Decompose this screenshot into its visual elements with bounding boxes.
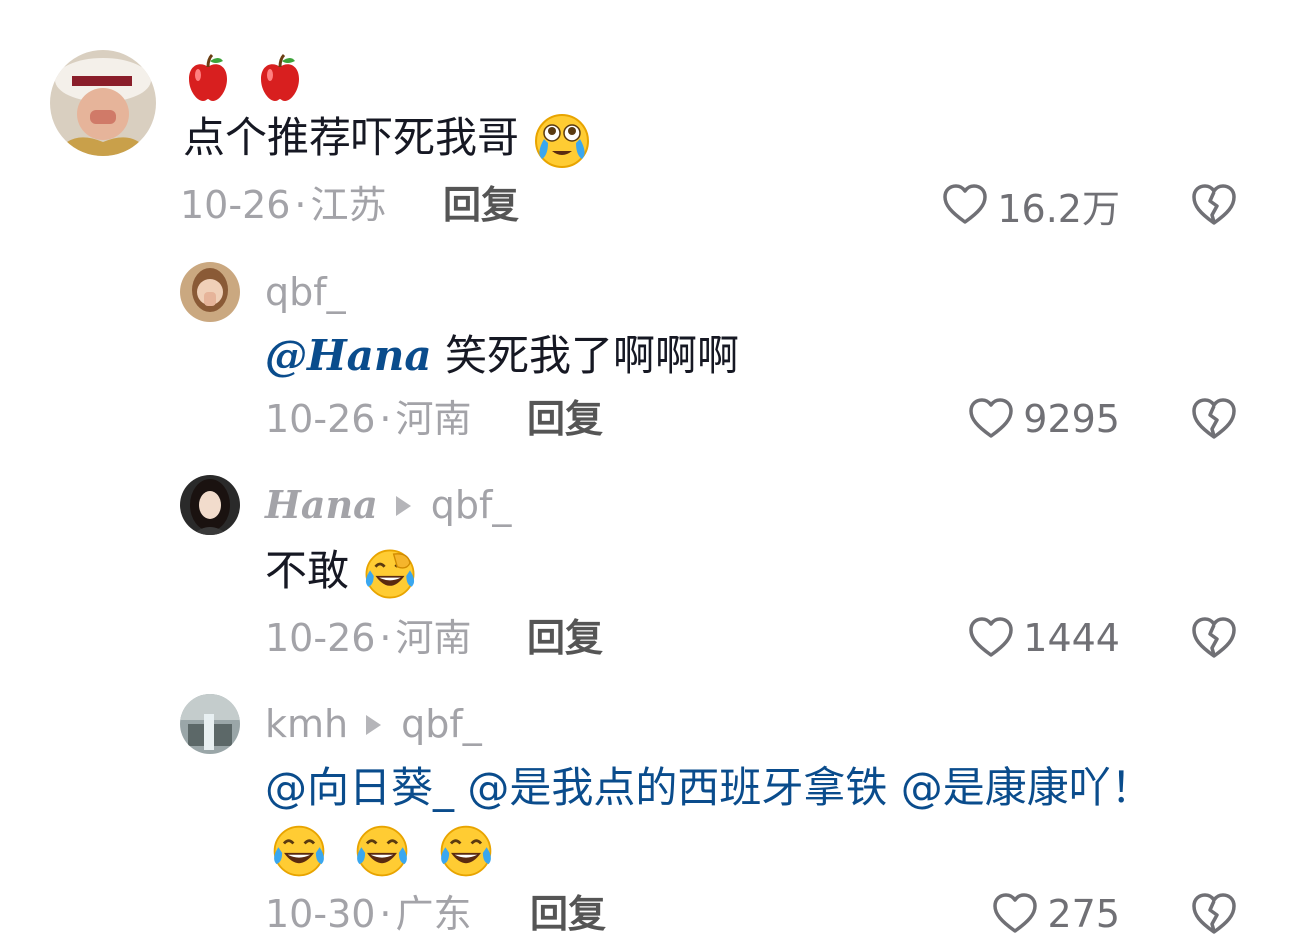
like-button[interactable]: 275 [991,889,1120,939]
laugh-cry-emoji [265,821,333,881]
avatar[interactable] [180,262,240,322]
comment-meta: 10-30 · 广东 [265,892,472,936]
mention-link[interactable]: @Hana [265,331,432,380]
mention-link[interactable]: @向日葵_ @是我点的西班牙拿铁 @是康康吖！ [265,763,1153,812]
comment-meta: 10-26 · 河南 [265,616,472,660]
reply-arrow-icon [395,496,411,516]
comment-meta: 10-26 · 江苏 [180,183,387,227]
reply-button[interactable]: 回复 [527,394,603,444]
reply-button[interactable]: 回复 [530,889,606,939]
comment-text: @Hana 笑死我了啊啊啊 [265,328,739,384]
broken-heart-icon[interactable] [1190,395,1238,443]
like-button[interactable]: 9295 [967,394,1120,444]
like-button[interactable]: 1444 [967,613,1120,663]
heart-outline-icon [967,395,1015,443]
like-count: 275 [1047,892,1120,936]
broken-heart-icon[interactable] [1190,181,1238,229]
comment-text: 点个推荐吓死我哥 [183,110,592,169]
facepalm-laugh-emoji [358,545,422,603]
broken-heart-icon[interactable] [1190,614,1238,662]
comment-author[interactable]: qbf_ [265,262,346,322]
heart-outline-icon [967,614,1015,662]
laugh-cry-emoji [348,821,416,881]
laugh-cry-emoji [432,821,500,881]
apple-icon [261,53,299,101]
heart-outline-icon [941,181,989,229]
comment-text: 不敢 [265,543,422,603]
reply-arrow-icon [366,715,382,735]
teary-eyes-emoji [535,113,590,168]
apple-emoji-line [183,48,305,104]
reply-button[interactable]: 回复 [527,613,603,663]
comment-text-content: 点个推荐吓死我哥 [183,113,520,162]
avatar[interactable] [50,50,156,156]
comment-author[interactable]: Hana qbf_ [265,475,511,535]
like-count: 16.2万 [997,186,1120,231]
like-count: 9295 [1023,397,1120,441]
like-count: 1444 [1023,616,1120,660]
avatar[interactable] [180,475,240,535]
avatar[interactable] [180,694,240,754]
like-button[interactable]: 16.2万 [941,180,1120,231]
heart-outline-icon [991,890,1039,938]
emoji-line [265,820,500,880]
reply-button[interactable]: 回复 [443,180,519,230]
comment-author[interactable]: kmh qbf_ [265,694,482,754]
comment-meta: 10-26 · 河南 [265,397,472,441]
comment-text-content: 笑死我了啊啊啊 [445,331,740,380]
broken-heart-icon[interactable] [1190,890,1238,938]
comment-text: @向日葵_ @是我点的西班牙拿铁 @是康康吖！ [265,760,1153,816]
apple-icon [189,53,227,101]
comment-text-content: 不敢 [265,546,350,595]
